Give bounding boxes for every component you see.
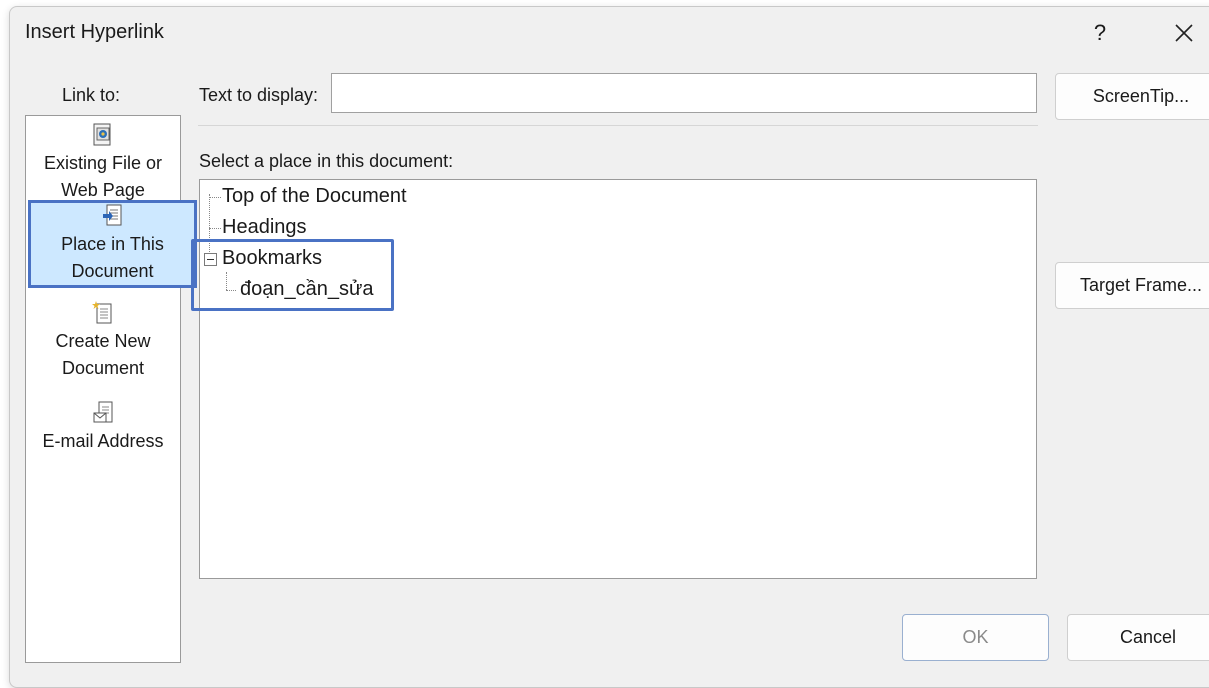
place-in-document-line2: Document bbox=[71, 261, 154, 281]
existing-file-line1: Existing File or bbox=[43, 153, 163, 173]
create-new-document-icon bbox=[92, 301, 112, 324]
link-email-address[interactable]: E-mail Address bbox=[26, 400, 180, 455]
dialog-title: Insert Hyperlink bbox=[25, 21, 164, 43]
place-in-document-icon bbox=[102, 204, 121, 226]
help-icon: ? bbox=[1093, 20, 1107, 45]
link-to-label: Link to: bbox=[62, 85, 121, 105]
email-address-icon bbox=[93, 401, 113, 423]
screentip-button[interactable]: ScreenTip... bbox=[1055, 73, 1209, 120]
tree-connector-h1 bbox=[209, 197, 221, 198]
tree-node-headings[interactable]: Headings bbox=[222, 216, 307, 239]
help-button[interactable]: ? bbox=[1082, 15, 1118, 51]
close-icon bbox=[1175, 24, 1193, 42]
insert-hyperlink-dialog: Insert Hyperlink ? Link to: Existing Fil… bbox=[9, 6, 1209, 688]
select-place-label: Select a place in this document: bbox=[199, 151, 454, 171]
create-new-line2: Document bbox=[61, 358, 145, 378]
existing-file-icon bbox=[93, 123, 111, 146]
text-to-display-label: Text to display: bbox=[199, 85, 319, 105]
close-button[interactable] bbox=[1164, 15, 1204, 51]
tree-node-top-of-document[interactable]: Top of the Document bbox=[222, 185, 407, 208]
separator bbox=[198, 125, 1038, 126]
link-place-in-document[interactable]: Place in This Document bbox=[28, 200, 197, 288]
link-existing-file[interactable]: Existing File or Web Page bbox=[26, 122, 180, 204]
bookmarks-highlight bbox=[191, 239, 394, 311]
ok-button[interactable]: OK bbox=[902, 614, 1049, 661]
target-frame-button[interactable]: Target Frame... bbox=[1055, 262, 1209, 309]
create-new-line1: Create New bbox=[55, 331, 151, 351]
text-to-display-input[interactable] bbox=[331, 73, 1037, 113]
email-address-line1: E-mail Address bbox=[42, 431, 164, 451]
link-create-new-document[interactable]: Create New Document bbox=[26, 300, 180, 382]
cancel-button[interactable]: Cancel bbox=[1067, 614, 1209, 661]
link-to-bar: Existing File or Web Page Place in This … bbox=[25, 115, 197, 663]
place-in-document-line1: Place in This bbox=[61, 234, 164, 254]
tree-connector-h2 bbox=[209, 228, 221, 229]
